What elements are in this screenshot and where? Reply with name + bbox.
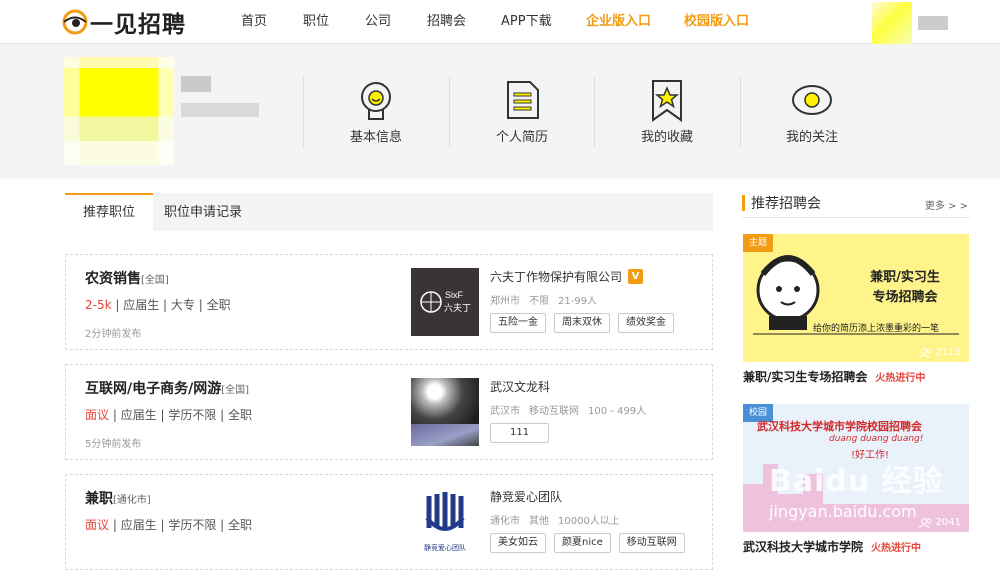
job-fair-poster[interactable]: 主题 兼职/实习生 专场招聘会 给你的简历添上浓墨重彩的一笔 2115 (743, 234, 969, 362)
company-tag: 移动互联网 (618, 533, 685, 553)
watermark: Baidu 经验 (769, 464, 944, 499)
company-tag: 绩效奖金 (618, 313, 674, 333)
watermark-url: jingyan.baidu.com (769, 502, 917, 521)
profile-name (181, 76, 211, 92)
people-icon (918, 517, 932, 528)
company-meta: 通化市 其他 10000人以上 (490, 516, 620, 527)
company-tag: 美女如云 (490, 533, 546, 553)
job-title[interactable]: 互联网/电子商务/网游[全国] (85, 378, 249, 398)
divider (449, 77, 450, 147)
job-salary: 面议 (85, 408, 110, 422)
tab-application-records[interactable]: 职位申请记录 (153, 193, 253, 231)
nav-jobs[interactable]: 职位 (303, 0, 329, 44)
logo-text: 一见招聘 (90, 12, 186, 38)
svg-text:六夫丁: 六夫丁 (444, 302, 471, 314)
job-meta: 面议 | 应届生 | 学历不限 | 全职 (85, 518, 253, 532)
logo[interactable]: 一见招聘 (62, 7, 186, 38)
bulb-avatar-icon (361, 82, 391, 120)
logo-caption: 静竞爱心团队 (424, 543, 466, 552)
fair-status: 火热进行中 (875, 373, 926, 384)
divider (594, 77, 595, 147)
quick-link-basic-info[interactable]: 基本信息 (321, 78, 431, 145)
company-tags: 111 (490, 423, 557, 443)
company-tags: 美女如云 颜夏nice 移动互联网 (490, 533, 693, 553)
nav-companies[interactable]: 公司 (365, 0, 391, 44)
logo-eye-icon (62, 9, 88, 35)
job-card[interactable]: 互联网/电子商务/网游[全国] 面议 | 应届生 | 学历不限 | 全职 5分钟… (65, 364, 713, 460)
company-name[interactable]: 六夫丁作物保护有限公司 V (490, 268, 644, 285)
job-tabs: 推荐职位 职位申请记录 (65, 193, 713, 231)
top-navbar: 一见招聘 首页 职位 公司 招聘会 APP下载 企业版入口 校园版入口 (0, 0, 1000, 44)
company-meta: 郑州市 不限 21-99人 (490, 296, 598, 307)
verified-badge: V (628, 269, 644, 284)
job-meta: 2-5k | 应届生 | 大专 | 全职 (85, 298, 231, 312)
fair-title[interactable]: 武汉科技大学城市学院 火热进行中 (743, 538, 921, 555)
company-tag: 五险一金 (490, 313, 546, 333)
user-menu[interactable] (872, 2, 964, 44)
document-icon (507, 81, 539, 119)
job-meta: 面议 | 应届生 | 学历不限 | 全职 (85, 408, 253, 422)
sidebar-title: 推荐招聘会 (751, 196, 821, 212)
user-avatar (872, 2, 912, 44)
nav-app-download[interactable]: APP下载 (501, 0, 552, 44)
company-logo[interactable]: SixF 六夫丁 (411, 268, 479, 336)
more-link[interactable]: 更多 > > (925, 197, 968, 212)
job-location: [全国] (221, 385, 250, 396)
company-tags: 五险一金 周末双休 绩效奖金 (490, 313, 682, 333)
quick-link-resume[interactable]: 个人简历 (467, 78, 577, 145)
view-count: 2041 (918, 517, 961, 528)
quick-link-favorites[interactable]: 我的收藏 (612, 78, 722, 145)
job-salary: 2-5k (85, 298, 112, 312)
job-fair-poster[interactable]: 校园 武汉科技大学城市学院校园招聘会 duang duang duang! !好… (743, 404, 969, 532)
nav-campus-entry[interactable]: 校园版入口 (684, 0, 749, 44)
tab-recommended-jobs[interactable]: 推荐职位 (65, 193, 153, 231)
nav-home[interactable]: 首页 (241, 0, 267, 44)
company-tag: 周末双休 (554, 313, 610, 333)
nav-job-fairs[interactable]: 招聘会 (427, 0, 466, 44)
job-post-time: 2分钟前发布 (85, 329, 142, 340)
poster-headline: 兼职/实习生 专场招聘会 (870, 270, 940, 305)
accent-bar (742, 195, 745, 211)
job-card[interactable]: 农资销售[全国] 2-5k | 应届生 | 大专 | 全职 2分钟前发布 Six… (65, 254, 713, 350)
svg-text:SixF: SixF (445, 290, 464, 300)
people-icon (918, 347, 932, 358)
quick-link-following[interactable]: 我的关注 (757, 78, 867, 145)
job-title[interactable]: 兼职[通化市] (85, 488, 151, 508)
user-name (918, 16, 948, 30)
nav-enterprise-entry[interactable]: 企业版入口 (586, 0, 651, 44)
sixf-logo-icon: SixF 六夫丁 (420, 290, 471, 314)
company-logo[interactable] (411, 378, 479, 446)
company-name[interactable]: 静竞爱心团队 (490, 488, 562, 505)
fair-badge: 主题 (743, 234, 774, 252)
view-count: 2115 (918, 347, 961, 358)
eye-icon (792, 85, 832, 115)
poster-subtitle: 给你的简历添上浓墨重彩的一笔 (813, 324, 940, 334)
fair-title[interactable]: 兼职/实习生专场招聘会 火热进行中 (743, 368, 925, 385)
sidebar-header: 推荐招聘会 更多 > > (742, 192, 970, 218)
profile-avatar[interactable] (64, 57, 174, 165)
company-tag: 颜夏nice (554, 533, 611, 553)
fair-status: 火热进行中 (871, 543, 922, 554)
company-meta: 武汉市 移动互联网 100 - 499人 (490, 406, 647, 417)
profile-detail (181, 103, 259, 117)
job-salary: 面议 (85, 518, 110, 532)
job-location: [通化市] (113, 495, 151, 506)
job-card[interactable]: 兼职[通化市] 面议 | 应届生 | 学历不限 | 全职 静竞爱心团队 静竞爱心… (65, 474, 713, 570)
bookmark-star-icon (652, 80, 682, 122)
job-post-time: 5分钟前发布 (85, 439, 142, 450)
divider (740, 77, 741, 147)
company-name[interactable]: 武汉文龙科 (490, 378, 550, 395)
job-location: [全国] (141, 275, 169, 286)
job-title[interactable]: 农资销售[全国] (85, 268, 169, 288)
company-tag: 111 (490, 423, 550, 443)
divider (303, 77, 304, 147)
